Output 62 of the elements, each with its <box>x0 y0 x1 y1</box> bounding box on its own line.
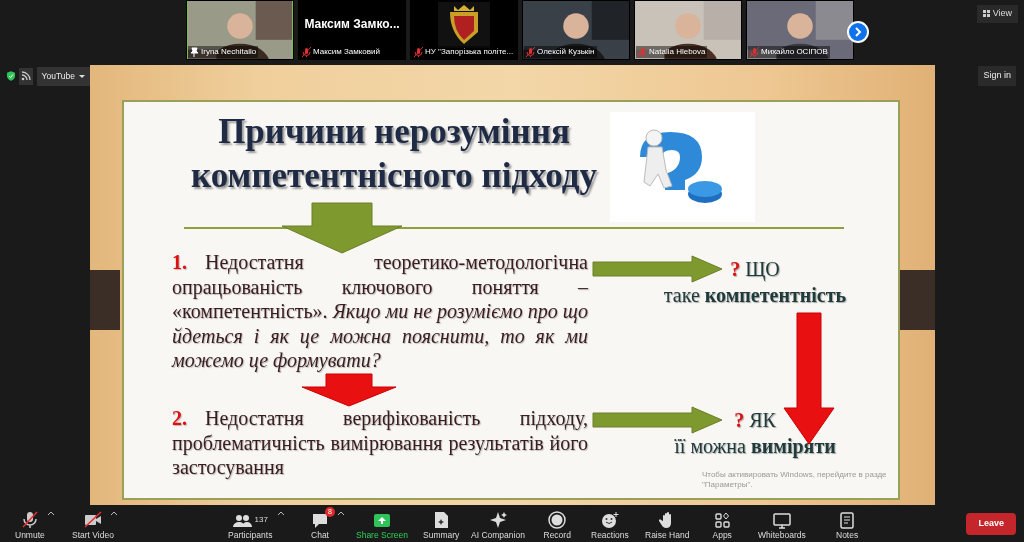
question-text: ? ЩО <box>730 257 780 282</box>
muted-mic-icon <box>302 46 311 58</box>
participant-count: 137 <box>254 514 268 526</box>
toolbar-button[interactable]: Reactions <box>589 507 631 542</box>
answer-text: її можна виміряти <box>674 434 836 459</box>
muted-mic-icon <box>526 46 535 58</box>
participant-label: Олексій Кузькін <box>537 46 595 58</box>
toolbar-button[interactable]: Share Screen <box>354 507 410 542</box>
muted-mic-icon <box>414 46 423 58</box>
toolbar-button[interactable]: 137 Participants <box>226 507 275 542</box>
chevron-right-icon <box>853 27 863 37</box>
document-icon <box>432 511 451 529</box>
toolbar-button[interactable]: Apps <box>710 507 734 542</box>
question-text: ? ЯК <box>734 408 776 433</box>
toolbar-button[interactable]: Notes <box>834 507 861 542</box>
toolbar-button[interactable]: Record <box>541 507 573 542</box>
source-dropdown[interactable]: YouTube <box>36 67 90 86</box>
caret-icon <box>79 74 85 78</box>
leave-button[interactable]: Leave <box>966 513 1016 535</box>
people-icon <box>232 512 252 528</box>
toolbar-button[interactable]: Unmute <box>13 507 47 542</box>
share-screen-icon <box>373 511 391 529</box>
caret-icon <box>111 511 117 517</box>
toolbar-button[interactable]: Raise Hand <box>643 507 692 542</box>
view-button[interactable]: View <box>976 5 1018 23</box>
system-notice: Чтобы активировать Windows, перейдите в разде <box>702 470 887 480</box>
answer-text: таке компетентність <box>663 283 847 308</box>
muted-mic-icon <box>750 46 759 58</box>
whiteboard-icon <box>772 511 791 529</box>
chat-icon <box>311 511 329 529</box>
toolbar-button[interactable]: Whiteboards <box>756 507 808 542</box>
smiley-icon <box>600 511 619 529</box>
toolbar-button[interactable]: AI Companion <box>469 507 527 542</box>
participant-label: Iryna Nechitailo <box>201 46 257 58</box>
record-icon <box>548 511 567 529</box>
toolbar-button[interactable]: Summary <box>421 507 462 542</box>
rss-button[interactable] <box>19 67 33 85</box>
toolbar-button[interactable]: Start Video <box>70 507 116 542</box>
crest-icon <box>438 2 490 48</box>
participant-label: Михайло ОСІПОВ <box>761 46 828 58</box>
pin-icon <box>190 46 199 58</box>
point-text: 1. Недостатня теоретико-методологічна опрацьованість ключового поняття – «компетентність». Якщо ми не розуміємо про що йдеться і як це можна пояснити, то як ми можемо це формувати? <box>172 250 588 373</box>
caret-icon <box>278 511 284 517</box>
participant-label: НУ "Запорізька політе... <box>425 46 514 58</box>
notes-icon <box>838 511 857 529</box>
system-notice: "Параметры". <box>702 480 753 490</box>
participant-name: Максим Замко... <box>304 16 400 33</box>
sign-in-button[interactable]: Sign in <box>978 66 1016 86</box>
caret-icon <box>48 511 54 517</box>
muted-mic-icon <box>20 511 39 529</box>
next-page-button[interactable] <box>847 21 869 43</box>
muted-mic-icon <box>638 46 647 58</box>
rss-icon <box>20 71 31 82</box>
participant-label: Максим Замковий <box>313 46 380 58</box>
camera-off-icon <box>83 511 102 529</box>
participant-label: Natalia Hlebova <box>649 46 706 58</box>
slide-title: Причини нерозуміння компетентнісного підходу <box>190 111 598 197</box>
caret-icon <box>338 511 344 517</box>
apps-icon <box>713 511 731 529</box>
shield-icon <box>7 70 15 83</box>
grid-icon <box>982 10 990 18</box>
point-text: 2. Недостатня верифікованість підходу, проблематичність вимірювання результатів його застосування <box>172 406 588 480</box>
